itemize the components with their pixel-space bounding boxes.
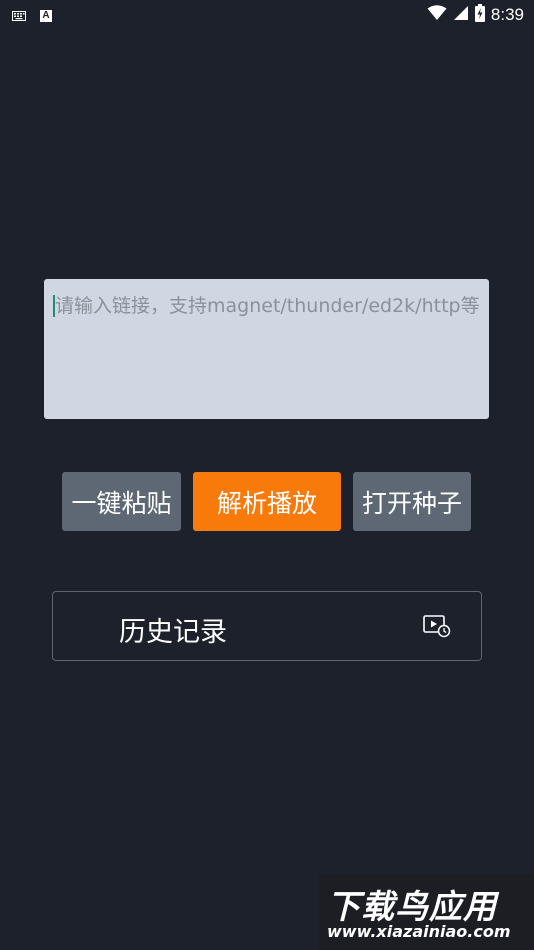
- watermark-url: www.xiazainiao.com: [327, 922, 511, 941]
- status-time: 8:39: [490, 5, 524, 24]
- open-torrent-button[interactable]: 打开种子: [353, 472, 471, 531]
- wifi-icon: [427, 5, 447, 25]
- status-bar-right: 8:39: [427, 4, 524, 26]
- link-input[interactable]: [53, 295, 483, 317]
- battery-charging-icon: [474, 4, 485, 26]
- a-notification-icon: A: [40, 9, 52, 22]
- keyboard-icon: [12, 6, 26, 25]
- history-label: 历史记录: [119, 617, 227, 648]
- status-bar: A 8:39: [0, 0, 534, 28]
- watermark: 下载鸟应用 www.xiazainiao.com: [319, 874, 534, 950]
- signal-icon: [453, 5, 469, 25]
- paste-button[interactable]: 一键粘贴: [62, 472, 181, 531]
- watermark-title: 下载鸟应用: [327, 887, 497, 926]
- parse-play-button[interactable]: 解析播放: [193, 472, 341, 531]
- history-button[interactable]: 历史记录: [52, 591, 482, 661]
- video-history-icon: [423, 614, 451, 642]
- app-screen: A 8:39 一键粘: [0, 0, 534, 950]
- link-input-box[interactable]: [44, 279, 489, 419]
- status-bar-left: A: [12, 6, 52, 25]
